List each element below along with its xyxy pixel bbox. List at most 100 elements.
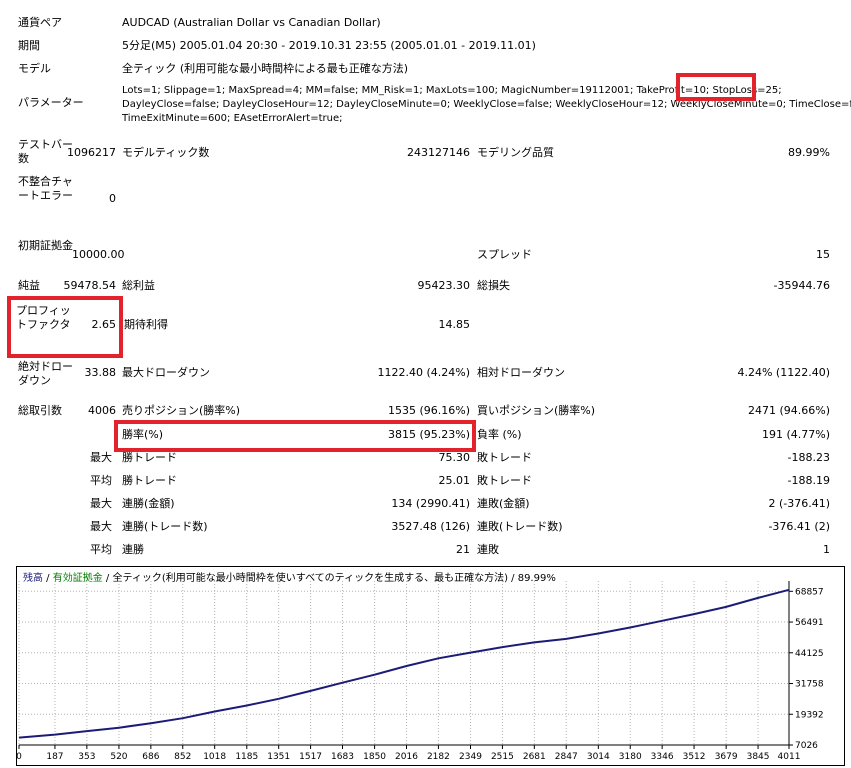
gross-profit-label: 総利益: [122, 279, 155, 292]
ticks-label: モデルティック数: [122, 146, 210, 159]
deposit-value: 10000.00: [72, 248, 125, 261]
net-label: 純益: [18, 279, 40, 292]
cons-profit-value: 3527.48 (126): [391, 520, 470, 533]
model-value: 全ティック (利用可能な最小時間枠による最も正確な方法): [122, 62, 409, 75]
x-tick-label-11: 1850: [363, 752, 386, 762]
y-tick-label-1: 19392: [795, 710, 824, 720]
x-tick-label-4: 686: [142, 752, 159, 762]
max-dd-label: 最大ドローダウン: [122, 366, 210, 379]
x-tick-label-13: 2182: [427, 752, 450, 762]
rel-dd-label: 相対ドローダウン: [477, 366, 565, 379]
x-tick-label-2: 353: [78, 752, 95, 762]
bars-value: 1096217: [67, 146, 116, 159]
x-tick-label-21: 3512: [683, 752, 706, 762]
x-tick-label-7: 1185: [235, 752, 258, 762]
model-label: モデル: [18, 62, 51, 75]
avg-loss-label: 敗トレード: [477, 474, 532, 487]
x-tick-label-3: 520: [110, 752, 127, 762]
balance-chart: 残高 / 有効証拠金 / 全ティック(利用可能な最小時間枠を使いすべてのティック…: [16, 566, 845, 766]
max-label-3: 最大: [90, 520, 112, 533]
x-tick-label-14: 2349: [459, 752, 482, 762]
params-label: パラメーター: [18, 96, 84, 109]
x-tick-label-15: 2515: [491, 752, 514, 762]
pair-value: AUDCAD (Australian Dollar vs Canadian Do…: [122, 16, 381, 29]
profit-factor-highlight: [7, 296, 123, 358]
cons-profit-label: 連勝(トレード数): [122, 520, 208, 533]
avg-cons-loss-label: 連敗: [477, 543, 499, 556]
quality-label: モデリング品質: [477, 146, 554, 159]
x-tick-label-12: 2016: [395, 752, 418, 762]
x-tick-label-16: 2681: [523, 752, 546, 762]
max-dd-value: 1122.40 (4.24%): [377, 366, 470, 379]
avg-win-label: 勝トレード: [122, 474, 177, 487]
y-tick-label-5: 68857: [795, 587, 824, 597]
cons-loss-value: -376.41 (2): [768, 520, 830, 533]
y-tick-label-0: 7026: [795, 741, 818, 751]
cons-losses-label: 連敗(金額): [477, 497, 530, 510]
deposit-label: 初期証拠金: [18, 239, 73, 252]
cons-losses-value: 2 (-376.41): [768, 497, 830, 510]
long-value: 2471 (94.66%): [747, 404, 830, 417]
max-win-value: 75.30: [438, 451, 471, 464]
gross-loss-value: -35944.76: [773, 279, 830, 292]
max-loss-value: -188.23: [787, 451, 830, 464]
short-label: 売りポジション(勝率%): [122, 404, 241, 417]
series-line-0: [18, 588, 790, 739]
y-tick-label-4: 56491: [795, 618, 824, 628]
trades-value: 4006: [88, 404, 116, 417]
x-tick-label-9: 1517: [299, 752, 322, 762]
short-value: 1535 (96.16%): [387, 404, 470, 417]
chart-plot: 0 187 353 520 686 852 1018 1185 1351 1517 1683 1850…: [17, 581, 824, 762]
spread-value: 15: [816, 248, 830, 261]
avg-loss-value: -188.19: [787, 474, 830, 487]
x-tick-label-18: 3014: [587, 752, 610, 762]
x-tick-label-24: 4011: [778, 752, 801, 762]
x-tick-label-5: 852: [174, 752, 191, 762]
stoploss-highlight: [676, 73, 756, 101]
max-label-1: 最大: [90, 451, 112, 464]
x-tick-label-17: 2847: [555, 752, 578, 762]
quality-value: 89.99%: [788, 146, 830, 159]
expected-label: 期待利得: [124, 318, 168, 331]
win-rate-highlight: [114, 420, 476, 452]
ticks-value: 243127146: [407, 146, 470, 159]
x-tick-label-8: 1351: [267, 752, 290, 762]
avg-cons-win-value: 21: [456, 543, 470, 556]
y-tick-label-3: 44125: [795, 649, 824, 659]
avg-label-2: 平均: [90, 543, 112, 556]
expected-value: 14.85: [438, 318, 471, 331]
period-value: 5分足(M5) 2005.01.04 20:30 - 2019.10.31 23…: [122, 39, 536, 52]
loss-label: 負率 (%): [477, 428, 522, 441]
avg-cons-win-label: 連勝: [122, 543, 144, 556]
x-tick-label-6: 1018: [203, 752, 226, 762]
spread-label: スプレッド: [477, 248, 532, 261]
y-tick-label-2: 31758: [795, 680, 824, 690]
net-value: 59478.54: [63, 279, 117, 292]
avg-cons-loss-value: 1: [823, 543, 830, 556]
avg-win-value: 25.01: [438, 474, 471, 487]
abs-dd-value: 33.88: [84, 366, 117, 379]
x-tick-label-23: 3845: [747, 752, 770, 762]
max-win-label: 勝トレード: [122, 451, 177, 464]
x-tick-label-0: 0: [17, 752, 22, 762]
avg-label-1: 平均: [90, 474, 112, 487]
params-line-3: TimeExitMinute=600; EAsetErrorAlert=true…: [122, 113, 343, 124]
cons-wins-label: 連勝(金額): [122, 497, 175, 510]
long-label: 買いポジション(勝率%): [477, 404, 596, 417]
loss-value: 191 (4.77%): [761, 428, 830, 441]
x-tick-label-20: 3346: [651, 752, 674, 762]
max-label-2: 最大: [90, 497, 112, 510]
cons-loss-label: 連敗(トレード数): [477, 520, 563, 533]
x-tick-label-19: 3180: [619, 752, 642, 762]
mismatch-value: 0: [109, 192, 116, 205]
x-tick-label-1: 187: [46, 752, 63, 762]
x-tick-label-22: 3679: [715, 752, 738, 762]
max-loss-label: 敗トレード: [477, 451, 532, 464]
gross-profit-value: 95423.30: [417, 279, 471, 292]
period-label: 期間: [18, 39, 40, 52]
rel-dd-value: 4.24% (1122.40): [737, 366, 830, 379]
x-tick-label-10: 1683: [331, 752, 354, 762]
gross-loss-label: 総損失: [477, 279, 510, 292]
pair-label: 通貨ペア: [18, 16, 62, 29]
cons-wins-value: 134 (2990.41): [391, 497, 470, 510]
